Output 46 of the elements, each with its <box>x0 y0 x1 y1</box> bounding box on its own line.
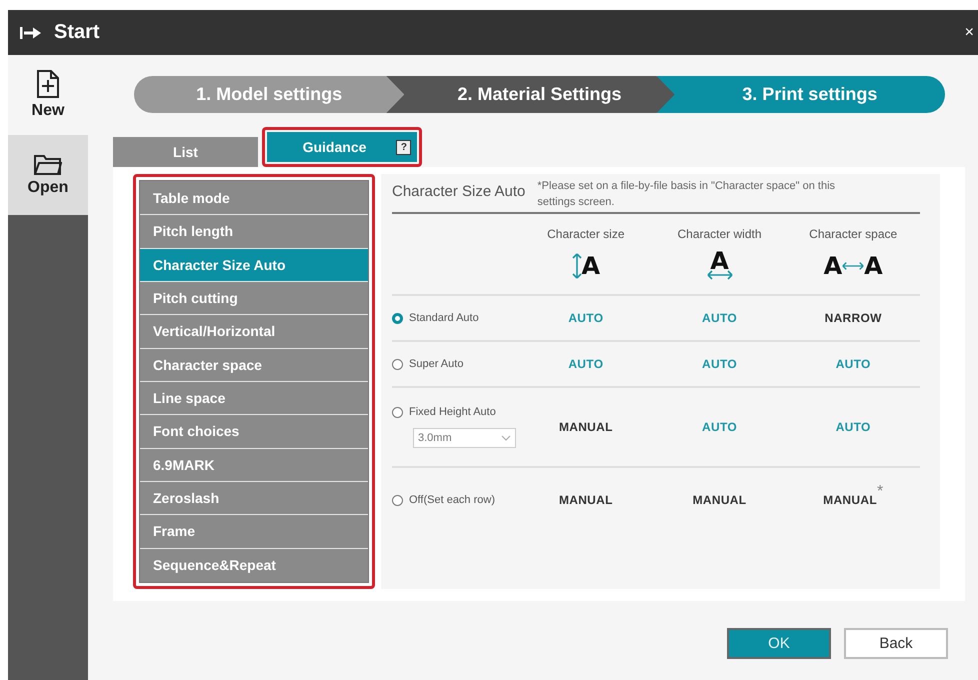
sidebar-item[interactable]: Open <box>8 135 88 215</box>
value-text: AUTO <box>568 357 604 371</box>
tab[interactable]: Guidance ? <box>267 132 417 162</box>
note-text: *Please set on a file-by-file basis in "Character space" on this settings screen. <box>537 179 836 210</box>
radio-option[interactable]: Standard Auto <box>392 312 479 324</box>
value-text: MANUAL <box>692 493 746 507</box>
close-button[interactable]: × <box>960 24 978 42</box>
value-text: MANUAL <box>558 420 613 434</box>
horizontal-arrow-icon <box>706 270 732 280</box>
step-tab[interactable]: 1. Model settings <box>134 76 404 113</box>
column-header: Character size <box>547 227 625 241</box>
menu-item[interactable]: Character Size Auto <box>140 248 368 282</box>
arrow-right-icon <box>20 26 42 40</box>
chevron-down-icon <box>501 435 511 441</box>
letter-glyph: A <box>864 253 883 279</box>
guide-title: Character Size Auto <box>392 182 526 200</box>
value-text: AUTO <box>702 357 737 371</box>
ok-button[interactable]: OK <box>727 628 831 659</box>
back-button[interactable]: Back <box>844 628 948 659</box>
letter-glyph: A <box>824 253 842 279</box>
window-title: Start <box>54 21 101 44</box>
letter-glyph: A <box>710 252 729 270</box>
dropdown-field[interactable]: 3.0mm <box>413 428 516 448</box>
value-text: AUTO <box>836 357 871 371</box>
step-tab[interactable]: 3. Print settings <box>656 76 945 113</box>
value-text: NARROW <box>824 311 882 325</box>
value-text: MANUAL <box>558 493 613 507</box>
column-header: Character width <box>677 227 762 241</box>
value-text: AUTO <box>702 420 737 434</box>
value-text: MANUAL <box>823 493 877 507</box>
asterisk-mark: * <box>876 483 884 501</box>
horizontal-arrow-icon <box>842 261 864 271</box>
value-text: AUTO <box>836 420 871 434</box>
new-file-icon <box>37 70 59 98</box>
step-tab[interactable]: 2. Material Settings <box>386 76 675 113</box>
value-text: AUTO <box>702 311 737 325</box>
value-text: AUTO <box>568 311 604 325</box>
radio-option[interactable]: Super Auto <box>392 358 464 370</box>
letter-glyph: A <box>582 253 600 279</box>
tab[interactable]: List <box>113 137 258 167</box>
column-header: Character space <box>809 227 898 241</box>
radio-option[interactable]: Fixed Height Auto <box>392 406 496 418</box>
radio-option[interactable]: Off(Set each row) <box>392 494 495 506</box>
folder-icon <box>34 153 62 175</box>
help-icon[interactable]: ? <box>396 140 412 154</box>
vertical-arrow-icon <box>572 253 582 279</box>
